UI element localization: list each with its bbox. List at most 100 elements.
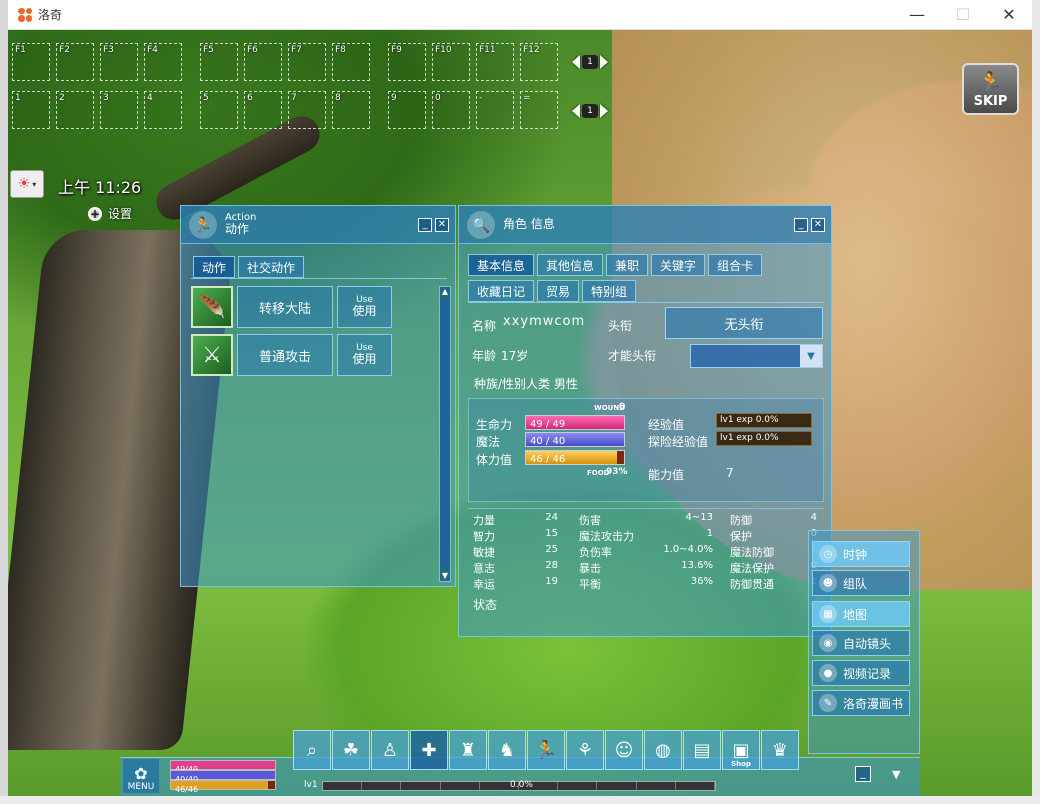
minimize-panel-button[interactable]: _ — [418, 217, 432, 232]
tab-part-time[interactable]: 兼职 — [606, 254, 649, 276]
hotkey-slot[interactable]: F2 — [56, 43, 94, 81]
hotkey-slot[interactable]: - — [476, 91, 514, 129]
hotkey-slot[interactable]: F12 — [520, 43, 558, 81]
action-name-button[interactable]: 转移大陆 — [237, 286, 333, 328]
tab-action[interactable]: 动作 — [193, 256, 236, 278]
hotkey-slot[interactable]: 2 — [56, 91, 94, 129]
side-item-video-record[interactable]: ● 视频记录 — [812, 660, 910, 686]
hotkey-slot[interactable]: F8 — [332, 43, 370, 81]
settings-link[interactable]: + 设置 — [88, 205, 132, 222]
stat-value: 25 — [545, 544, 558, 555]
scroll-down-icon[interactable]: ▼ — [440, 571, 450, 581]
scroll-thumb[interactable] — [441, 299, 449, 567]
tab-keywords[interactable]: 关键字 — [651, 254, 706, 276]
talent-title-dropdown[interactable]: ▼ — [690, 344, 823, 368]
hotkey-slot[interactable]: = — [520, 91, 558, 129]
page-next-icon[interactable] — [600, 104, 608, 118]
use-label-cn: 使用 — [352, 352, 377, 367]
side-item-label: 自动镜头 — [843, 636, 892, 651]
hotkey-slot[interactable]: 5 — [200, 91, 238, 129]
hotkey-slot[interactable]: F3 — [100, 43, 138, 81]
hotkey-slot[interactable]: 4 — [144, 91, 182, 129]
side-item-party[interactable]: ☻ 组队 — [812, 570, 910, 596]
rec-icon: ● — [819, 664, 837, 682]
stat-label: 幸运 — [473, 578, 495, 591]
use-button[interactable]: Use 使用 — [337, 286, 392, 328]
chevron-down-icon[interactable]: ▼ — [800, 345, 822, 367]
bag-icon[interactable]: ♜ — [449, 730, 487, 770]
hotkey-slot[interactable]: 8 — [332, 91, 370, 129]
sprout-icon[interactable]: ⚘ — [566, 730, 604, 770]
hotkey-slot[interactable]: 3 — [100, 91, 138, 129]
hotkey-slot[interactable]: F5 — [200, 43, 238, 81]
side-item-map[interactable]: ▦ 地图 — [812, 601, 910, 627]
minimize-panel-button[interactable]: _ — [794, 217, 808, 232]
hotkey-slot[interactable]: F4 — [144, 43, 182, 81]
chevron-down-icon[interactable]: ▼ — [892, 768, 900, 781]
side-item-comic-book[interactable]: ✎ 洛奇漫画书 — [812, 690, 910, 716]
hotkey-slot[interactable]: 0 — [432, 91, 470, 129]
scroll-up-icon[interactable]: ▲ — [440, 287, 450, 297]
hp-label: 生命力 — [476, 418, 513, 432]
page-prev-icon[interactable] — [572, 55, 580, 69]
tab-other-info[interactable]: 其他信息 — [537, 254, 604, 276]
stat-label: 魔法攻击力 — [579, 530, 634, 543]
side-item-label: 视频记录 — [843, 666, 892, 681]
action-scrollbar[interactable]: ▲ ▼ — [439, 286, 451, 582]
side-item-label: 组队 — [843, 576, 868, 591]
close-button[interactable]: ✕ — [986, 0, 1032, 30]
pet-icon[interactable]: ♞ — [488, 730, 526, 770]
bandage-icon[interactable]: ✚ — [410, 730, 448, 770]
collapse-bar-button[interactable]: _ — [855, 766, 871, 782]
search-icon[interactable]: ⌕ — [293, 730, 331, 770]
title-select-button[interactable]: 无头衔 — [665, 307, 823, 339]
clover-icon[interactable]: ☘ — [332, 730, 370, 770]
tab-divider — [468, 302, 824, 303]
hotkey-slot[interactable]: F6 — [244, 43, 282, 81]
hotkey-slot[interactable]: 6 — [244, 91, 282, 129]
sword-icon[interactable]: ⚔ — [191, 334, 233, 376]
stat-value: 28 — [545, 560, 558, 571]
hotkey-slot[interactable]: 7 — [288, 91, 326, 129]
side-item-auto-camera[interactable]: ◉ 自动镜头 — [812, 630, 910, 656]
calendar-icon[interactable]: ▤ — [683, 730, 721, 770]
hotkey-slot[interactable]: F11 — [476, 43, 514, 81]
tab-trade[interactable]: 贸易 — [537, 280, 580, 302]
wing-icon[interactable]: 🪶 — [191, 286, 233, 328]
hotkey-slot[interactable]: F10 — [432, 43, 470, 81]
friends-icon[interactable]: ☺ — [605, 730, 643, 770]
weather-button[interactable]: ☀ ▾ — [10, 170, 44, 198]
page-next-icon[interactable] — [600, 55, 608, 69]
character-panel-header[interactable]: 🔍 角色 信息 _ ✕ — [459, 206, 831, 244]
tab-social-action[interactable]: 社交动作 — [238, 256, 305, 278]
stat-label: 平衡 — [579, 578, 601, 591]
action-icon[interactable]: 🏃 — [527, 730, 565, 770]
close-panel-button[interactable]: ✕ — [435, 217, 449, 232]
action-panel-header[interactable]: 🏃 Action 动作 _ ✕ — [181, 206, 455, 244]
tab-combo-card[interactable]: 组合卡 — [708, 254, 763, 276]
character-icon[interactable]: ♙ — [371, 730, 409, 770]
hotkey-slot[interactable]: 1 — [12, 91, 50, 129]
side-item-clock[interactable]: ◷ 时钟 — [812, 541, 910, 567]
page-prev-icon[interactable] — [572, 104, 580, 118]
desktop-right-edge — [1032, 0, 1040, 804]
desktop-left-edge — [0, 0, 8, 804]
skip-button[interactable]: 🏃 SKIP — [962, 63, 1019, 115]
hotkey-slot[interactable]: 9 — [388, 91, 426, 129]
tab-collection-diary[interactable]: 收藏日记 — [468, 280, 535, 302]
hotkey-slot[interactable]: F7 — [288, 43, 326, 81]
close-panel-button[interactable]: ✕ — [811, 217, 825, 232]
action-name-button[interactable]: 普通攻击 — [237, 334, 333, 376]
level-label: lv1 — [304, 780, 318, 790]
crown-icon[interactable]: ♛ — [761, 730, 799, 770]
hotkey-slot[interactable]: F1 — [12, 43, 50, 81]
shop-icon[interactable]: ▣ Shop — [722, 730, 760, 770]
maximize-button[interactable]: ☐ — [940, 0, 986, 30]
hotkey-slot[interactable]: F9 — [388, 43, 426, 81]
minimize-button[interactable]: — — [894, 0, 940, 30]
tab-basic-info[interactable]: 基本信息 — [468, 254, 535, 276]
main-menu-button[interactable]: ✿ MENU — [123, 759, 159, 793]
use-button[interactable]: Use 使用 — [337, 334, 392, 376]
globe-icon[interactable]: ◍ — [644, 730, 682, 770]
tab-special-group[interactable]: 特别组 — [582, 280, 637, 302]
